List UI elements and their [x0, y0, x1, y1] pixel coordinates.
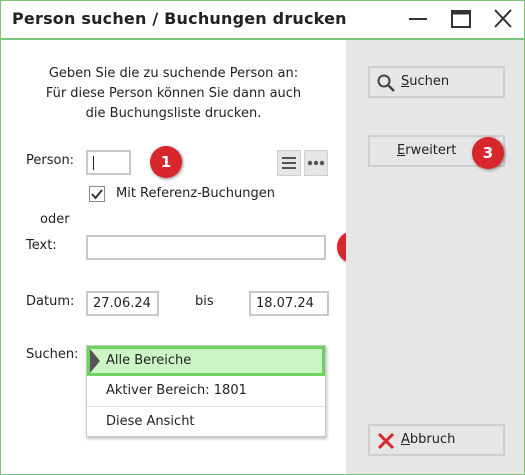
person-label: Person:: [26, 153, 75, 168]
search-icon: [377, 74, 395, 92]
title-bar[interactable]: Person suchen / Buchungen drucken: [1, 1, 524, 40]
referenz-checkbox-label[interactable]: Mit Referenz-Buchungen: [116, 186, 275, 201]
list-icon: [282, 157, 296, 169]
search-button-label: Suchen: [401, 74, 449, 89]
text-label: Text:: [26, 238, 57, 253]
action-pane: Suchen Erweitert Abbruch: [346, 40, 524, 474]
instructions-line: Geben Sie die zu suchende Person an:: [48, 66, 299, 81]
date-to-input[interactable]: 18.07.24: [249, 291, 329, 316]
search-scope-list[interactable]: Alle Bereiche Aktiver Bereich: 1801 Dies…: [86, 345, 326, 437]
cancel-button-label: Abbruch: [401, 432, 455, 447]
close-window-button[interactable]: [490, 7, 516, 31]
instructions-text: Geben Sie die zu suchende Person an: Für…: [1, 64, 346, 124]
list-button[interactable]: [277, 150, 301, 176]
instructions-line: Für diese Person können Sie dann auch: [45, 86, 302, 101]
minimize-button[interactable]: [405, 7, 431, 31]
window-title: Person suchen / Buchungen drucken: [12, 9, 347, 28]
ellipsis-icon: [307, 160, 325, 166]
date-from-input[interactable]: 27.06.24: [86, 291, 159, 316]
referenz-checkbox[interactable]: [89, 186, 105, 202]
list-item-label: Diese Ansicht: [106, 414, 195, 429]
datum-label: Datum:: [26, 294, 75, 309]
more-options-button[interactable]: [304, 150, 328, 176]
form-pane: Geben Sie die zu suchende Person an: Für…: [1, 40, 369, 474]
list-item[interactable]: Diese Ansicht: [87, 407, 325, 437]
text-cursor: [93, 155, 94, 170]
button-label-rest: rweitert: [405, 143, 457, 158]
cancel-button[interactable]: Abbruch: [368, 424, 505, 456]
button-label-rest: bbruch: [409, 432, 456, 447]
mnemonic-letter: A: [401, 432, 410, 447]
close-icon: [377, 432, 395, 450]
minimize-icon: [409, 18, 427, 20]
instructions-line: die Buchungsliste drucken.: [85, 106, 262, 121]
dialog-window: Person suchen / Buchungen drucken Geben …: [0, 0, 525, 475]
callout-badge-1: 1: [150, 146, 182, 178]
maximize-button[interactable]: [448, 7, 474, 31]
search-button[interactable]: Suchen: [368, 66, 505, 98]
close-icon: [494, 9, 512, 28]
person-input[interactable]: [86, 150, 131, 175]
list-item-label: Aktiver Bereich: 1801: [106, 383, 247, 398]
maximize-icon: [451, 10, 471, 28]
callout-badge-3: 3: [472, 137, 504, 169]
bis-label: bis: [195, 294, 214, 309]
list-item-label: Alle Bereiche: [106, 353, 192, 368]
oder-label: oder: [40, 212, 70, 227]
mnemonic-letter: E: [397, 143, 406, 158]
selection-marker-icon: [90, 349, 100, 373]
list-item[interactable]: Aktiver Bereich: 1801: [87, 376, 325, 407]
checkmark-icon: [91, 189, 103, 200]
list-item[interactable]: Alle Bereiche: [87, 346, 325, 376]
advanced-button-label: Erweitert: [397, 143, 456, 158]
button-label-rest: uchen: [409, 74, 450, 89]
text-input[interactable]: [86, 235, 326, 260]
suchen-label: Suchen:: [26, 347, 79, 362]
